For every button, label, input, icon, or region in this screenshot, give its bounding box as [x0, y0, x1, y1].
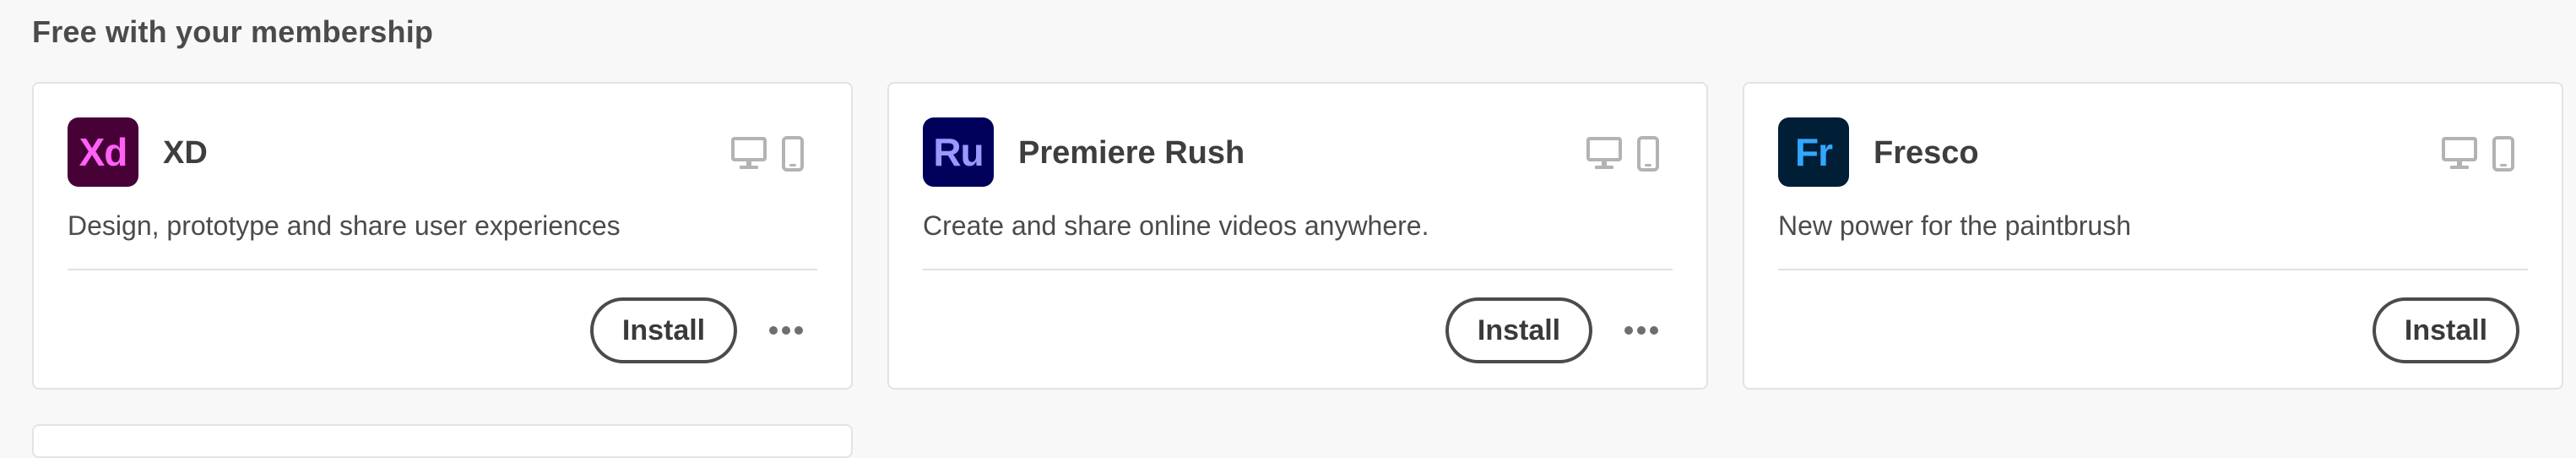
- app-card-fresco: Fr Fresco New power for the paintbrush I…: [1743, 82, 2563, 390]
- card-divider: [1778, 269, 2528, 270]
- more-options-icon[interactable]: [1619, 310, 1664, 351]
- adobe-xd-icon: Xd: [68, 117, 138, 187]
- adobe-fresco-icon: Fr: [1778, 117, 1849, 187]
- app-name: Fresco: [1874, 135, 1979, 171]
- app-name: XD: [163, 135, 208, 171]
- platform-icons: [731, 136, 804, 172]
- mobile-icon: [1637, 136, 1659, 172]
- install-button[interactable]: Install: [590, 297, 737, 363]
- app-description: New power for the paintbrush: [1778, 210, 2131, 241]
- mobile-icon: [2492, 136, 2514, 172]
- app-card-premiere-rush: Ru Premiere Rush Create and share online…: [887, 82, 1708, 390]
- card-divider: [923, 269, 1673, 270]
- platform-icons: [2442, 136, 2514, 172]
- app-name: Premiere Rush: [1018, 135, 1245, 171]
- platform-icons: [1586, 136, 1659, 172]
- install-button[interactable]: Install: [1445, 297, 1592, 363]
- app-description: Create and share online videos anywhere.: [923, 210, 1429, 241]
- section-title: Free with your membership: [32, 14, 434, 49]
- desktop-icon: [1586, 137, 1622, 169]
- more-options-icon[interactable]: [763, 310, 809, 351]
- install-button[interactable]: Install: [2373, 297, 2519, 363]
- mobile-icon: [782, 136, 804, 172]
- app-card-partial: [32, 424, 853, 458]
- card-divider: [68, 269, 817, 270]
- app-description: Design, prototype and share user experie…: [68, 210, 621, 241]
- app-card-xd: Xd XD Design, prototype and share user e…: [32, 82, 853, 390]
- desktop-icon: [2442, 137, 2477, 169]
- adobe-premiere-rush-icon: Ru: [923, 117, 994, 187]
- desktop-icon: [731, 137, 767, 169]
